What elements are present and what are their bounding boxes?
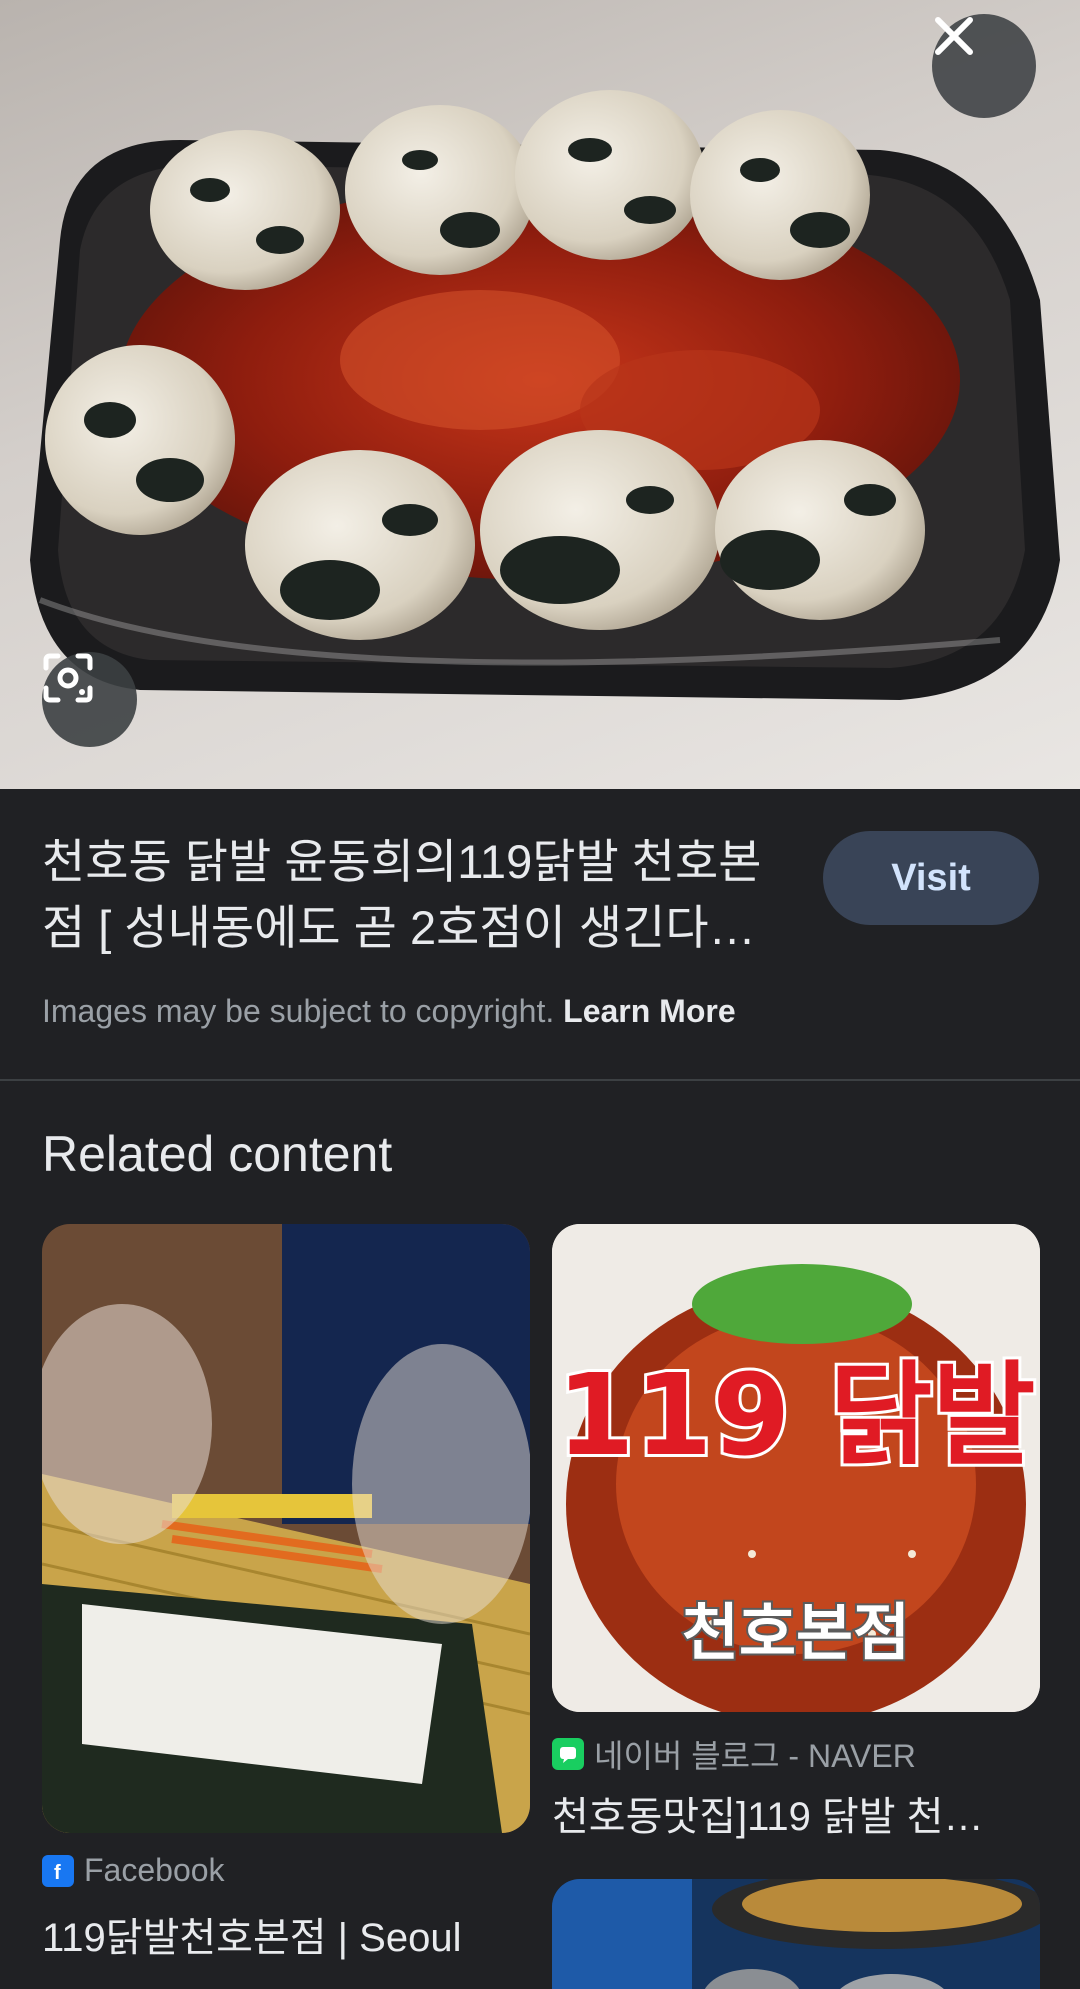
source-label: Facebook [84, 1852, 225, 1888]
related-card-title-1[interactable]: 119닭발천호본점 | Seoul [42, 1905, 530, 1963]
facebook-icon: f [42, 1854, 74, 1887]
kimbap-photo [42, 1224, 530, 1833]
related-card-image-2[interactable]: 119 닭발 천호본점 [552, 1224, 1040, 1712]
lens-icon [43, 653, 93, 703]
image-viewer: 천호동 닭발 윤동희의119닭발 천호본점 [ 성내동에도 곧 2호점이 생긴다… [0, 0, 1080, 1989]
related-card-source-1[interactable]: f Facebook [42, 1852, 225, 1889]
close-button[interactable] [932, 14, 1036, 118]
related-card-title-2[interactable]: 천호동맛집]119 닭발 천호본점 [552, 1784, 1012, 1842]
main-image[interactable] [0, 0, 1080, 789]
naver-blog-icon [552, 1738, 584, 1770]
related-card-source-2[interactable]: 네이버 블로그 - NAVER [552, 1731, 916, 1777]
related-heading: Related content [42, 1126, 393, 1182]
close-icon [935, 17, 973, 55]
copyright-text: Images may be subject to copyright. [42, 993, 555, 1029]
chicken-feet-photo: 119 닭발 천호본점 [552, 1224, 1040, 1712]
food-photo [30, 90, 1060, 700]
learn-more-link[interactable]: Learn More [563, 993, 735, 1029]
related-card-image-1[interactable] [42, 1224, 530, 1833]
image-overlay-subtitle: 천호본점 [682, 1596, 910, 1669]
result-title[interactable]: 천호동 닭발 윤동희의119닭발 천호본점 [ 성내동에도 곧 2호점이 생긴다… [42, 829, 792, 961]
image-info: 천호동 닭발 윤동희의119닭발 천호본점 [ 성내동에도 곧 2호점이 생긴다… [0, 789, 1080, 1081]
related-card-image-3[interactable] [552, 1879, 1040, 1989]
lens-button[interactable] [42, 652, 137, 747]
restaurant-photo [552, 1879, 1040, 1989]
visit-button[interactable]: Visit [823, 831, 1039, 925]
image-overlay-title: 119 닭발 [557, 1351, 1036, 1481]
divider [0, 1079, 1080, 1081]
source-label: 네이버 블로그 - NAVER [594, 1738, 916, 1774]
svg-text:f: f [54, 1862, 61, 1882]
copyright-notice: Images may be subject to copyright. Lear… [42, 993, 736, 1030]
